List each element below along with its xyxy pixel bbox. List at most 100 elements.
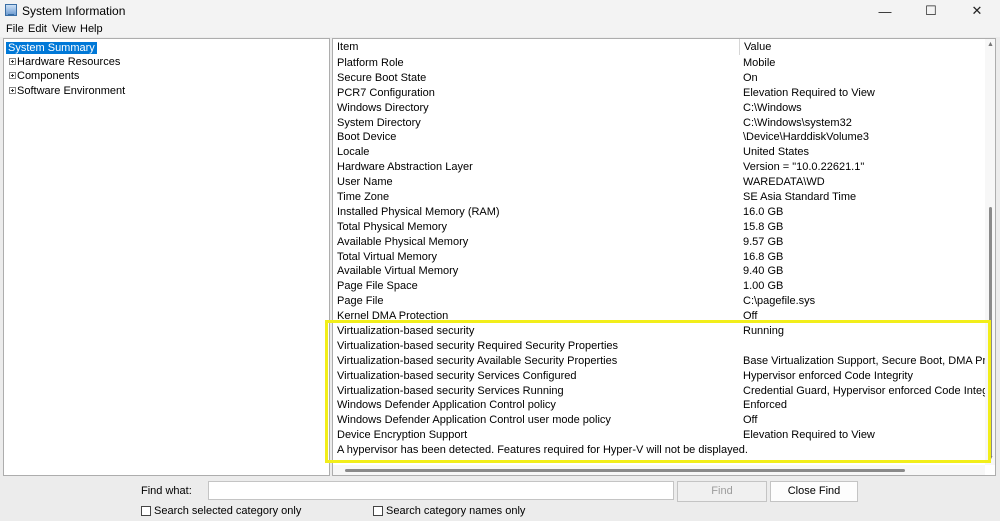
table-row[interactable]: Installed Physical Memory (RAM) 16.0 GB bbox=[333, 205, 985, 220]
column-header-value[interactable]: Value bbox=[740, 39, 771, 55]
table-row[interactable]: Virtualization-based security Required S… bbox=[333, 339, 985, 354]
scroll-down-arrow-icon[interactable]: ▼ bbox=[987, 455, 994, 462]
table-row[interactable]: Virtualization-based security Services R… bbox=[333, 384, 985, 399]
close-find-button[interactable]: Close Find bbox=[770, 481, 858, 502]
row-item: Windows Defender Application Control use… bbox=[337, 414, 611, 427]
row-value: On bbox=[743, 71, 758, 84]
row-value: 16.8 GB bbox=[743, 250, 784, 263]
table-row[interactable]: Windows Defender Application Control pol… bbox=[333, 398, 985, 413]
table-row[interactable]: Time Zone SE Asia Standard Time bbox=[333, 190, 985, 205]
row-item: Platform Role bbox=[337, 57, 404, 69]
row-item: Device Encryption Support bbox=[337, 429, 468, 442]
table-row[interactable]: Total Physical Memory 15.8 GB bbox=[333, 220, 985, 235]
search-selected-category-label: Search selected category only bbox=[154, 504, 302, 517]
table-row[interactable]: Windows Defender Application Control use… bbox=[333, 413, 985, 428]
vertical-scrollbar[interactable]: ▲ ▼ bbox=[985, 39, 995, 465]
column-header-item[interactable]: Item bbox=[333, 39, 358, 55]
row-item: Virtualization-based security bbox=[337, 325, 475, 338]
search-category-names-checkbox[interactable] bbox=[373, 505, 383, 516]
row-value: 16.0 GB bbox=[743, 205, 784, 218]
table-row[interactable]: A hypervisor has been detected. Features… bbox=[333, 443, 985, 458]
search-selected-category-option[interactable]: Search selected category only bbox=[141, 504, 301, 517]
row-item: Windows Defender Application Control pol… bbox=[337, 399, 556, 412]
table-row[interactable]: Total Virtual Memory 16.8 GB bbox=[333, 250, 985, 265]
row-value: Elevation Required to View bbox=[743, 86, 875, 99]
find-what-input[interactable] bbox=[208, 481, 674, 500]
table-row[interactable]: Virtualization-based security Running bbox=[333, 324, 985, 339]
row-item: Time Zone bbox=[337, 191, 390, 204]
table-row[interactable]: Kernel DMA Protection Off bbox=[333, 309, 985, 324]
tree-item-label: System Summary bbox=[6, 42, 97, 54]
find-what-label: Find what: bbox=[141, 485, 192, 497]
details-list: Item Value Platform Role Mobile Secure Boo… bbox=[332, 38, 996, 476]
table-row[interactable]: Virtualization-based security Services C… bbox=[333, 369, 985, 384]
table-row[interactable]: Page File Space 1.00 GB bbox=[333, 279, 985, 294]
row-item: Virtualization-based security Available … bbox=[337, 354, 618, 367]
table-row[interactable]: Available Physical Memory 9.57 GB bbox=[333, 235, 985, 250]
close-button[interactable]: ✕ bbox=[954, 0, 1000, 22]
row-value: \Device\HarddiskVolume3 bbox=[743, 131, 869, 144]
table-row[interactable]: Secure Boot State On bbox=[333, 71, 985, 86]
minimize-button[interactable]: — bbox=[862, 0, 908, 22]
vertical-scroll-thumb[interactable] bbox=[989, 207, 992, 457]
row-item: System Directory bbox=[337, 116, 421, 129]
row-value: Base Virtualization Support, Secure Boot… bbox=[743, 354, 985, 367]
menu-edit[interactable]: Edit bbox=[28, 23, 47, 35]
table-row[interactable]: Virtualization-based security Available … bbox=[333, 354, 985, 369]
scroll-up-arrow-icon[interactable]: ▲ bbox=[987, 41, 994, 48]
tree-item-label: Hardware Resources bbox=[17, 56, 121, 68]
tree-item-software-environment[interactable]: Software Environment bbox=[4, 84, 204, 98]
row-item: Windows Directory bbox=[337, 101, 429, 114]
row-item: Virtualization-based security Services C… bbox=[337, 369, 577, 382]
row-value: 1.00 GB bbox=[743, 280, 784, 293]
row-value: Enforced bbox=[743, 399, 788, 412]
table-row[interactable]: Page File C:\pagefile.sys bbox=[333, 294, 985, 309]
row-item: Boot Device bbox=[337, 131, 397, 144]
row-item: Virtualization-based security Services R… bbox=[337, 384, 564, 397]
table-row[interactable]: Locale United States bbox=[333, 145, 985, 160]
row-item: Installed Physical Memory (RAM) bbox=[337, 205, 500, 218]
maximize-button[interactable]: ☐ bbox=[908, 0, 954, 22]
table-row[interactable]: System Directory C:\Windows\system32 bbox=[333, 116, 985, 131]
table-row[interactable]: Windows Directory C:\Windows bbox=[333, 101, 985, 116]
row-value: C:\Windows bbox=[743, 101, 802, 114]
row-item: Page File Space bbox=[337, 280, 418, 293]
row-value: SE Asia Standard Time bbox=[743, 191, 857, 204]
search-selected-category-checkbox[interactable] bbox=[141, 505, 151, 516]
details-rows: Platform Role Mobile Secure Boot State On PC… bbox=[333, 56, 985, 458]
horizontal-scrollbar[interactable] bbox=[333, 465, 985, 475]
tree-item-hardware-resources[interactable]: Hardware Resources bbox=[4, 55, 204, 69]
row-value: C:\Windows\system32 bbox=[743, 116, 852, 129]
find-button[interactable]: Find bbox=[677, 481, 767, 502]
tree-item-label: Components bbox=[17, 70, 80, 82]
table-row[interactable]: Platform Role Mobile bbox=[333, 56, 985, 71]
system-information-icon bbox=[5, 4, 17, 16]
row-item: Virtualization-based security Required S… bbox=[337, 339, 619, 352]
table-row[interactable]: Hardware Abstraction Layer Version = "10.… bbox=[333, 160, 985, 175]
table-row[interactable]: Device Encryption Support Elevation Requi… bbox=[333, 428, 985, 443]
horizontal-scroll-thumb[interactable] bbox=[345, 469, 905, 472]
expand-plus-icon[interactable] bbox=[9, 87, 16, 94]
row-item: Total Virtual Memory bbox=[337, 250, 438, 263]
row-item: Available Virtual Memory bbox=[337, 265, 459, 278]
expand-plus-icon[interactable] bbox=[9, 58, 16, 65]
category-tree: System Summary Hardware Resources Compon… bbox=[3, 38, 330, 476]
row-value: Credential Guard, Hypervisor enforced Co… bbox=[743, 384, 985, 397]
table-row[interactable]: Available Virtual Memory 9.40 GB bbox=[333, 264, 985, 279]
row-item: Locale bbox=[337, 146, 370, 159]
menu-bar: File Edit View Help bbox=[0, 22, 1000, 37]
tree-item-system-summary[interactable]: System Summary bbox=[6, 41, 97, 55]
row-value: C:\pagefile.sys bbox=[743, 295, 816, 308]
table-row[interactable]: User Name WAREDATA\WD bbox=[333, 175, 985, 190]
menu-help[interactable]: Help bbox=[80, 23, 103, 35]
row-value: United States bbox=[743, 146, 810, 159]
search-category-names-option[interactable]: Search category names only bbox=[373, 504, 525, 517]
row-value: Version = "10.0.22621.1" bbox=[743, 161, 865, 174]
table-row[interactable]: Boot Device \Device\HarddiskVolume3 bbox=[333, 130, 985, 145]
menu-view[interactable]: View bbox=[52, 23, 76, 35]
table-row[interactable]: PCR7 Configuration Elevation Required to … bbox=[333, 86, 985, 101]
expand-plus-icon[interactable] bbox=[9, 72, 16, 79]
tree-item-components[interactable]: Components bbox=[4, 69, 204, 83]
row-item: A hypervisor has been detected. Features… bbox=[337, 444, 748, 457]
menu-file[interactable]: File bbox=[6, 23, 24, 35]
